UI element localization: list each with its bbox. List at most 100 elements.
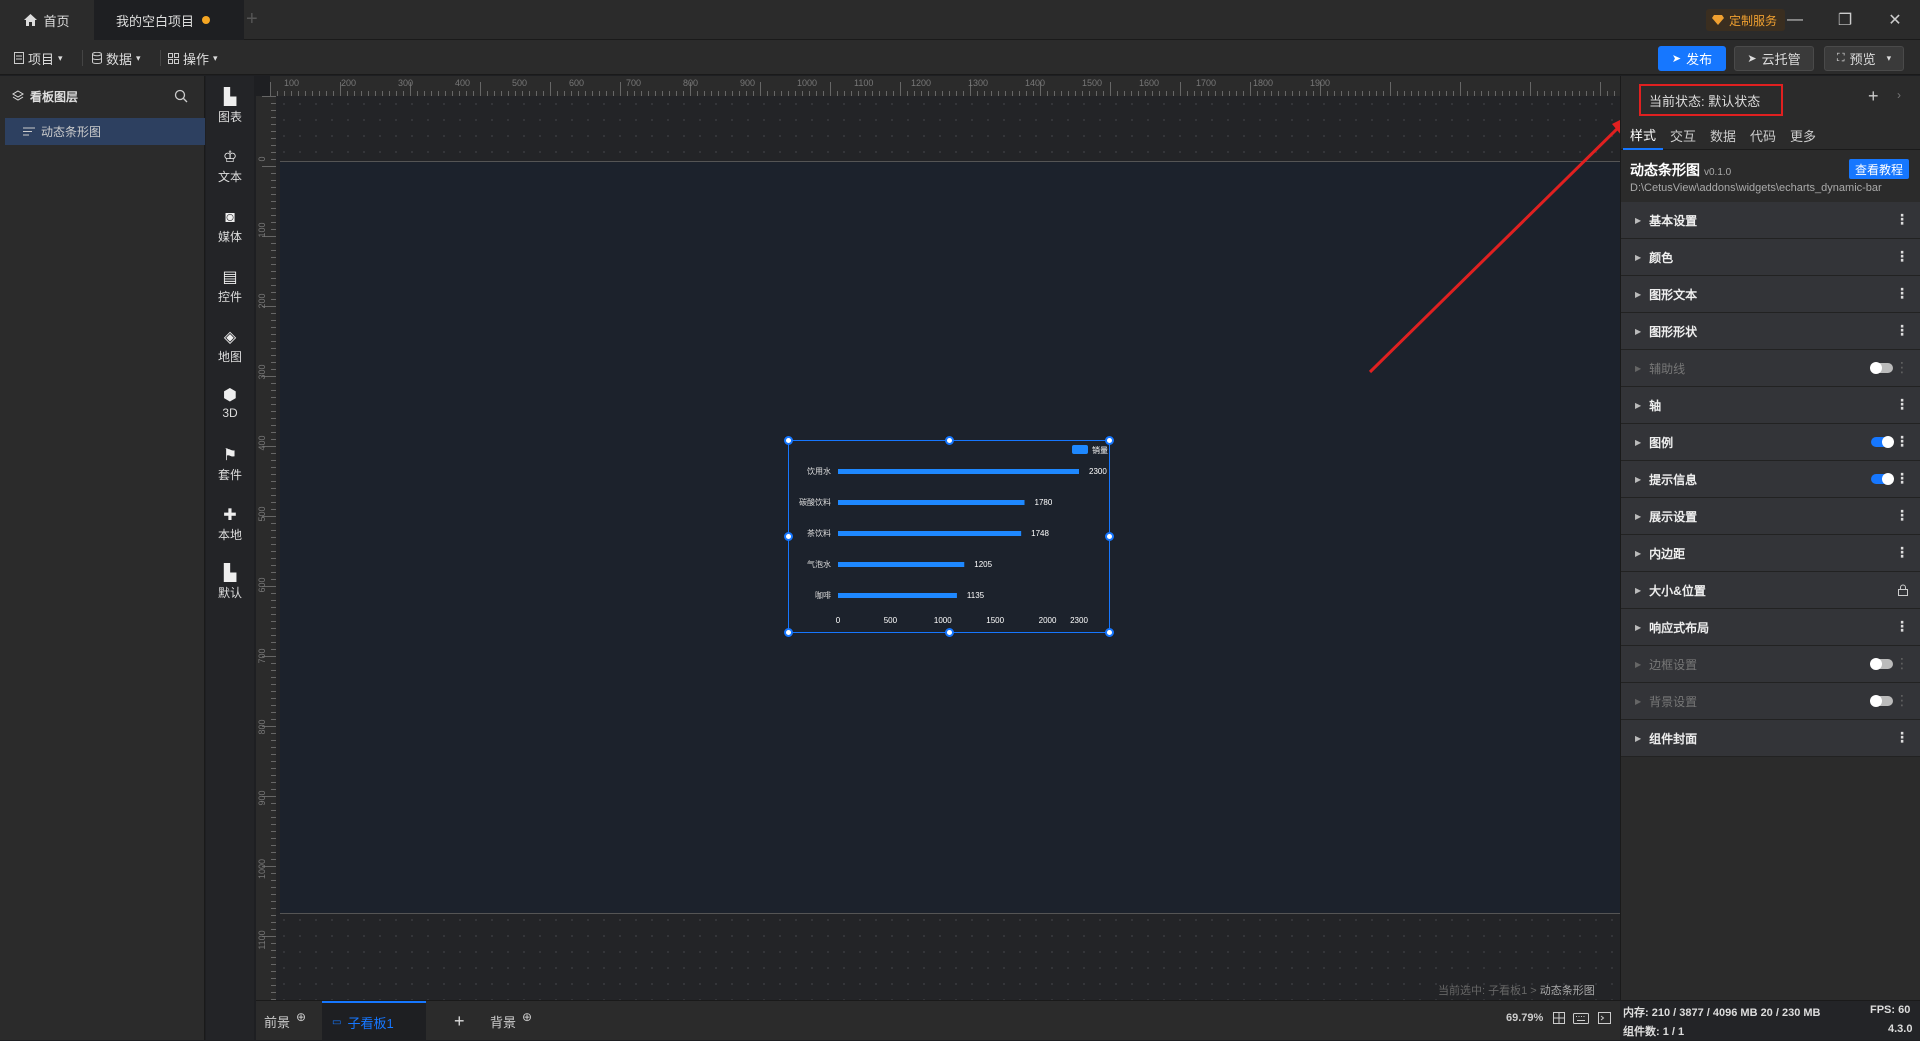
cloud-host-button[interactable]: ➤ 云托管 <box>1734 46 1814 71</box>
tab-foreground[interactable]: 前景 ⊕ <box>264 1001 306 1041</box>
comp-default[interactable]: ▙ 默认 <box>206 566 254 610</box>
kebab-menu-icon[interactable]: ⋮ <box>1895 434 1909 448</box>
add-state-icon[interactable]: + <box>1868 86 1879 107</box>
comp-text[interactable]: ♔ 文本 <box>206 150 254 194</box>
add-circle-icon[interactable]: ⊕ <box>522 1010 532 1024</box>
tab-subboard[interactable]: ▭ 子看板1 <box>322 1001 426 1041</box>
resize-handle[interactable] <box>1105 436 1114 445</box>
resize-handle[interactable] <box>784 628 793 637</box>
menu-project[interactable]: 项目 ▾ <box>14 48 63 68</box>
settings-section[interactable]: ▶ 颜色 ⋮ <box>1621 239 1920 276</box>
settings-section[interactable]: ▶ 图形文本 ⋮ <box>1621 276 1920 313</box>
settings-section[interactable]: ▶ 大小&位置 <box>1621 572 1920 609</box>
menu-operation[interactable]: 操作 ▾ <box>168 48 218 68</box>
kebab-menu-icon[interactable]: ⋮ <box>1895 693 1909 707</box>
comp-3d[interactable]: ⬢ 3D <box>206 388 254 432</box>
kebab-menu-icon[interactable]: ⋮ <box>1895 619 1909 633</box>
settings-section[interactable]: ▶ 图形形状 ⋮ <box>1621 313 1920 350</box>
settings-section[interactable]: ▶ 辅助线 ⋮ <box>1621 350 1920 387</box>
kebab-menu-icon[interactable]: ⋮ <box>1895 360 1909 374</box>
resize-handle[interactable] <box>945 436 954 445</box>
publish-button[interactable]: ➤ 发布 <box>1658 46 1726 71</box>
settings-section[interactable]: ▶ 内边距 ⋮ <box>1621 535 1920 572</box>
caret-right-icon: ▶ <box>1635 437 1642 447</box>
section-toggle[interactable] <box>1870 658 1893 670</box>
bar[interactable] <box>838 562 965 567</box>
ruler-label: 900 <box>257 790 267 805</box>
preview-button[interactable]: ⛶ 预览 ▾ <box>1824 46 1904 71</box>
settings-section[interactable]: ▶ 基本设置 ⋮ <box>1621 202 1920 239</box>
close-button[interactable]: ✕ <box>1870 0 1920 40</box>
bar[interactable] <box>838 531 1022 536</box>
settings-section[interactable]: ▶ 背景设置 ⋮ <box>1621 683 1920 720</box>
comp-media[interactable]: ◙ 媒体 <box>206 210 254 254</box>
kebab-menu-icon[interactable]: ⋮ <box>1895 471 1909 485</box>
comp-chart[interactable]: ▙ 图表 <box>206 90 254 134</box>
current-state[interactable]: 当前状态: 默认状态 <box>1639 84 1783 116</box>
kebab-menu-icon[interactable]: ⋮ <box>1895 212 1909 226</box>
section-toggle[interactable] <box>1870 362 1893 374</box>
bar[interactable] <box>838 500 1025 505</box>
ruler-label: 900 <box>740 78 755 88</box>
restore-button[interactable]: ❐ <box>1820 0 1870 40</box>
zoom-level[interactable]: 69.79% <box>1506 1012 1543 1024</box>
resize-handle[interactable] <box>784 532 793 541</box>
kebab-menu-icon[interactable]: ⋮ <box>1895 656 1909 670</box>
keyboard-icon[interactable] <box>1573 1013 1589 1024</box>
settings-section[interactable]: ▶ 轴 ⋮ <box>1621 387 1920 424</box>
kebab-menu-icon[interactable]: ⋮ <box>1895 508 1909 522</box>
bar[interactable] <box>838 593 957 598</box>
tab-style[interactable]: 样式 <box>1623 120 1663 150</box>
tab-code[interactable]: 代码 <box>1743 120 1783 150</box>
kebab-menu-icon[interactable]: ⋮ <box>1895 397 1909 411</box>
kebab-menu-icon[interactable]: ⋮ <box>1895 249 1909 263</box>
dynamic-bar-chart[interactable]: 销量 饮用水 2300 碳酸饮料 1780 茶饮料 1748 气泡水 1205 咖啡 1135 0 50… <box>784 436 1114 637</box>
settings-section[interactable]: ▶ 图例 ⋮ <box>1621 424 1920 461</box>
search-icon[interactable] <box>174 89 188 103</box>
new-tab-icon[interactable]: + <box>246 8 258 31</box>
comp-local[interactable]: ✚ 本地 <box>206 508 254 552</box>
section-toggle[interactable] <box>1871 436 1894 448</box>
tutorial-button[interactable]: 查看教程 <box>1849 159 1909 179</box>
kebab-menu-icon[interactable]: ⋮ <box>1895 730 1909 744</box>
caret-right-icon: ▶ <box>1635 363 1642 373</box>
terminal-icon[interactable] <box>1598 1012 1611 1024</box>
add-board-icon[interactable]: + <box>454 1001 465 1041</box>
add-circle-icon[interactable]: ⊕ <box>296 1010 306 1024</box>
kebab-menu-icon[interactable]: ⋮ <box>1895 286 1909 300</box>
settings-section[interactable]: ▶ 响应式布局 ⋮ <box>1621 609 1920 646</box>
tab-project[interactable]: 我的空白项目 <box>94 0 244 40</box>
menu-project-label: 项目 <box>28 51 55 67</box>
fit-screen-icon[interactable] <box>1553 1012 1565 1024</box>
kebab-menu-icon[interactable]: ⋮ <box>1895 545 1909 559</box>
settings-section[interactable]: ▶ 边框设置 ⋮ <box>1621 646 1920 683</box>
diamond-icon <box>1712 15 1724 25</box>
settings-section[interactable]: ▶ 组件封面 ⋮ <box>1621 720 1920 757</box>
comp-kit[interactable]: ⚑ 套件 <box>206 448 254 492</box>
bar[interactable] <box>838 469 1079 474</box>
resize-handle[interactable] <box>784 436 793 445</box>
section-label: 图形文本 <box>1649 287 1698 302</box>
chevron-right-icon[interactable]: › <box>1897 88 1901 102</box>
tab-data[interactable]: 数据 <box>1703 120 1743 150</box>
selection-target[interactable]: 动态条形图 <box>1540 985 1595 997</box>
home-icon <box>24 14 38 26</box>
tab-interaction[interactable]: 交互 <box>1663 120 1703 150</box>
tab-background[interactable]: 背景 ⊕ <box>490 1001 532 1041</box>
section-toggle[interactable] <box>1870 695 1893 707</box>
settings-section[interactable]: ▶ 展示设置 ⋮ <box>1621 498 1920 535</box>
resize-handle[interactable] <box>945 628 954 637</box>
kebab-menu-icon[interactable]: ⋮ <box>1895 323 1909 337</box>
menu-data[interactable]: 数据 ▾ <box>92 48 141 68</box>
comp-map[interactable]: ◈ 地图 <box>206 330 254 374</box>
layer-item[interactable]: 动态条形图 <box>5 118 205 145</box>
minimize-button[interactable]: — <box>1770 0 1820 40</box>
section-toggle[interactable] <box>1871 473 1894 485</box>
comp-control[interactable]: ▤ 控件 <box>206 270 254 314</box>
settings-section[interactable]: ▶ 提示信息 ⋮ <box>1621 461 1920 498</box>
lock-icon[interactable] <box>1897 584 1909 596</box>
tab-home[interactable]: 首页 <box>0 0 94 40</box>
resize-handle[interactable] <box>1105 628 1114 637</box>
tab-more[interactable]: 更多 <box>1783 120 1823 150</box>
resize-handle[interactable] <box>1105 532 1114 541</box>
